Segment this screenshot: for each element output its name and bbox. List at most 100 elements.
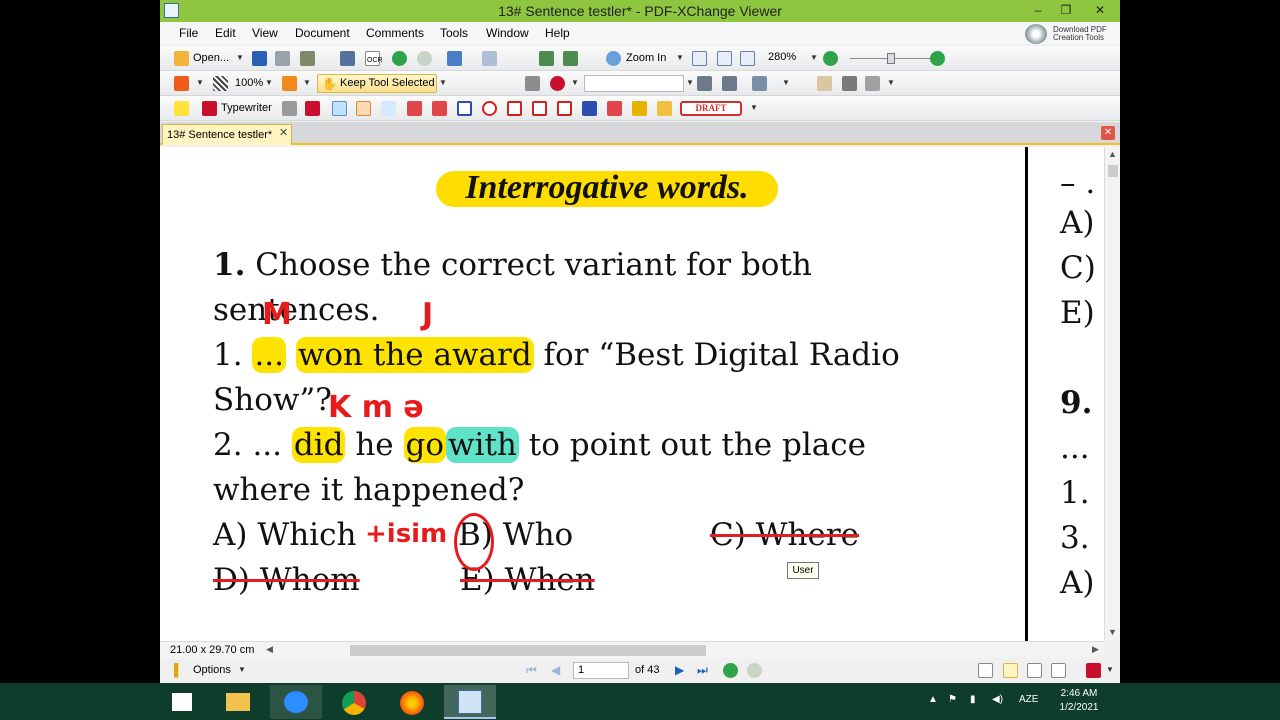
open-folder-icon[interactable] xyxy=(174,51,189,66)
pencil-tool-icon[interactable] xyxy=(607,101,622,116)
options-button[interactable]: Options xyxy=(193,664,231,676)
ink-annotation-m[interactable]: M xyxy=(262,297,292,332)
previous-page-icon[interactable]: ◀ xyxy=(551,663,560,677)
taskbar-firefox[interactable] xyxy=(386,685,438,719)
rotate-cw-icon[interactable] xyxy=(563,51,578,66)
taskbar-pdf-xchange[interactable] xyxy=(444,685,496,719)
hand-tool-icon[interactable] xyxy=(817,76,832,91)
minimize-button[interactable]: – xyxy=(1024,0,1052,22)
zoom-level-dropdown-icon[interactable]: ▼ xyxy=(810,53,818,62)
fill-color-dropdown-icon[interactable]: ▼ xyxy=(196,78,204,87)
zoom-out-minus-icon[interactable] xyxy=(823,51,838,66)
menu-edit[interactable]: Edit xyxy=(215,26,236,40)
ink-circle-answer-b[interactable] xyxy=(454,513,494,571)
find-input[interactable] xyxy=(584,75,684,92)
page-number-input[interactable]: 1 xyxy=(573,662,629,679)
select-tool-dropdown-icon[interactable]: ▼ xyxy=(782,78,790,87)
horizontal-scrollbar[interactable]: 21.00 x 29.70 cm ◀ ▶ xyxy=(160,641,1104,658)
zoom-in-icon[interactable] xyxy=(606,51,621,66)
ocr-icon[interactable]: OCR xyxy=(365,51,383,66)
opacity-icon[interactable] xyxy=(213,76,228,91)
single-page-view-icon[interactable] xyxy=(978,663,993,678)
actual-size-icon[interactable] xyxy=(692,51,707,66)
scroll-right-icon[interactable]: ▶ xyxy=(1092,644,1099,655)
volume-icon[interactable]: ◀) xyxy=(992,694,1003,705)
history-forward-icon[interactable] xyxy=(747,663,762,678)
cloud-tool-icon[interactable] xyxy=(557,101,572,116)
find-previous-icon[interactable] xyxy=(697,76,712,91)
find-next-icon[interactable] xyxy=(722,76,737,91)
open-dropdown-icon[interactable]: ▼ xyxy=(236,53,244,62)
crop-tool-icon[interactable] xyxy=(865,76,880,91)
rotate-ccw-icon[interactable] xyxy=(539,51,554,66)
vertical-scroll-thumb[interactable] xyxy=(1108,165,1118,177)
redo-icon[interactable] xyxy=(482,51,497,66)
sticky-note-icon[interactable] xyxy=(174,101,189,116)
properties-icon[interactable] xyxy=(340,51,355,66)
rectangle-tool-icon[interactable] xyxy=(457,101,472,116)
horizontal-scroll-thumb[interactable] xyxy=(350,645,706,656)
stamp-dropdown-icon[interactable]: ▼ xyxy=(571,78,579,87)
polygon-tool-icon[interactable] xyxy=(507,101,522,116)
keyboard-language[interactable]: AZE xyxy=(1019,694,1038,705)
keep-tool-selected-button[interactable]: ✋ Keep Tool Selected xyxy=(317,74,437,93)
facing-view-icon[interactable] xyxy=(1027,663,1042,678)
menu-help[interactable]: Help xyxy=(545,26,570,40)
scan-icon[interactable] xyxy=(300,51,315,66)
arrow-tool-icon[interactable] xyxy=(407,101,422,116)
scroll-down-icon[interactable]: ▼ xyxy=(1108,627,1117,637)
crop-dropdown-icon[interactable]: ▼ xyxy=(887,78,895,87)
print-icon[interactable] xyxy=(275,51,290,66)
stamp-type-dropdown-icon[interactable]: ▼ xyxy=(750,103,758,112)
underline-text-icon[interactable] xyxy=(381,101,396,116)
pdf-export-icon[interactable] xyxy=(1086,663,1101,678)
oval-tool-icon[interactable] xyxy=(482,101,497,116)
title-bar[interactable]: 13# Sentence testler* - PDF-XChange View… xyxy=(160,0,1120,22)
fill-color-icon[interactable] xyxy=(174,76,189,91)
taskbar-chrome[interactable] xyxy=(328,685,380,719)
eraser-annotation-icon[interactable] xyxy=(657,101,672,116)
network-icon[interactable]: ▮ xyxy=(970,694,976,705)
menu-file[interactable]: File xyxy=(179,26,198,40)
back-icon[interactable] xyxy=(392,51,407,66)
zoom-in-label[interactable]: Zoom In xyxy=(626,52,666,64)
pin-tool-icon[interactable] xyxy=(582,101,597,116)
opacity-dropdown-icon[interactable]: ▼ xyxy=(265,78,273,87)
fit-page-icon[interactable] xyxy=(717,51,732,66)
clock[interactable]: 2:46 AM 1/2/2021 xyxy=(1058,687,1100,715)
export-dropdown-icon[interactable]: ▼ xyxy=(1106,665,1114,674)
document-viewport[interactable]: Interrogative words. 1. Choose the corre… xyxy=(160,147,1104,641)
ink-annotation-j[interactable]: J xyxy=(422,297,433,332)
next-page-icon[interactable]: ▶ xyxy=(675,663,684,677)
callout-icon[interactable] xyxy=(305,101,320,116)
taskbar-file-explorer[interactable] xyxy=(212,685,264,719)
menu-view[interactable]: View xyxy=(252,26,278,40)
select-tool-icon[interactable] xyxy=(752,76,767,91)
opacity-value[interactable]: 100% xyxy=(235,77,263,89)
line-tool-icon[interactable] xyxy=(432,101,447,116)
taskbar-zoom[interactable] xyxy=(270,685,322,719)
start-button[interactable] xyxy=(158,685,206,719)
first-page-icon[interactable]: ⏮ xyxy=(526,663,537,678)
polyline-tool-icon[interactable] xyxy=(532,101,547,116)
options-icon[interactable]: ▌ xyxy=(174,663,183,677)
document-tab-close-icon[interactable]: ✕ xyxy=(279,126,288,139)
menu-tools[interactable]: Tools xyxy=(440,26,468,40)
highlight-text-icon[interactable] xyxy=(332,101,347,116)
zoom-in-plus-icon[interactable] xyxy=(930,51,945,66)
save-icon[interactable] xyxy=(252,51,267,66)
ink-annotation-kma[interactable]: K m ə xyxy=(328,390,424,425)
border-color-icon[interactable] xyxy=(282,76,297,91)
show-hidden-icons-icon[interactable]: ▲ xyxy=(928,694,938,705)
menu-window[interactable]: Window xyxy=(486,26,529,40)
typewriter-label[interactable]: Typewriter xyxy=(221,102,272,114)
open-button-label[interactable]: Open... xyxy=(193,52,229,64)
download-pdf-tools-button[interactable]: Download PDF Creation Tools xyxy=(1025,22,1117,46)
text-box-icon[interactable] xyxy=(282,101,297,116)
eraser-icon[interactable] xyxy=(525,76,540,91)
close-button[interactable]: ✕ xyxy=(1086,0,1114,22)
ink-annotation-isim[interactable]: +isim xyxy=(365,519,447,549)
options-dropdown-icon[interactable]: ▼ xyxy=(238,665,246,674)
scroll-left-icon[interactable]: ◀ xyxy=(266,644,273,655)
keep-tool-dropdown-icon[interactable]: ▼ xyxy=(439,78,447,87)
